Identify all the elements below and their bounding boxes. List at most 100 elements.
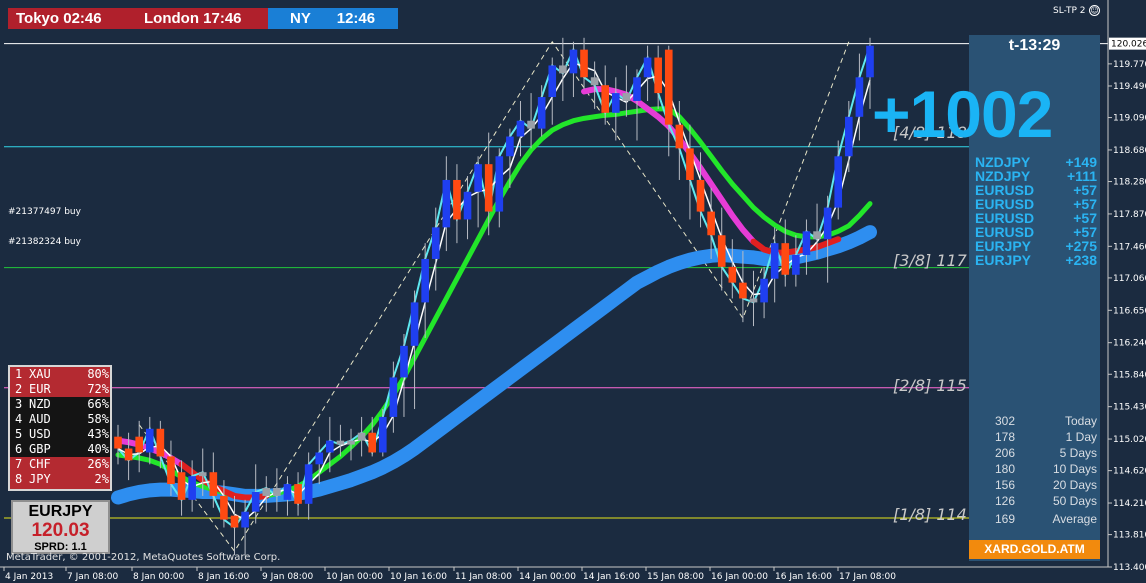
strength-row: 7 CHF 26% <box>10 457 110 472</box>
strength-percent: 26% <box>87 457 109 471</box>
candle-body <box>845 116 853 157</box>
time-tick-label: 17 Jan 08:00 <box>839 572 896 582</box>
price-tick-label: 118.280 <box>1113 178 1146 188</box>
strength-row: 1 XAU 80% <box>10 367 110 382</box>
candle-body <box>442 179 451 228</box>
strength-currency: EUR <box>29 382 51 396</box>
candle-body <box>580 49 588 78</box>
strength-percent: 58% <box>87 412 109 426</box>
strength-percent: 2% <box>94 472 109 486</box>
candle-body <box>336 440 345 445</box>
strength-rank: 4 <box>15 412 23 426</box>
price-tick-label: 116.650 <box>1113 306 1146 316</box>
time-tick-label: 8 Jan 16:00 <box>198 572 250 582</box>
candle-body <box>453 179 461 220</box>
strength-currency: XAU <box>29 367 51 381</box>
position-profit: +275 <box>1065 238 1097 254</box>
stat-row: 302 Today <box>995 413 1097 429</box>
strength-currency: GBP <box>29 442 51 456</box>
strength-currency: USD <box>29 427 51 441</box>
candle-body <box>198 472 207 477</box>
price-tick-label: 113.400 <box>1113 563 1146 573</box>
candle-body <box>537 97 546 129</box>
candle-body <box>251 491 260 512</box>
candle-body <box>463 191 472 220</box>
candle-body <box>368 432 377 453</box>
time-tick-label: 16 Jan 16:00 <box>775 572 832 582</box>
position-profit: +57 <box>1073 210 1097 226</box>
fib-label-2-8: [2/8] 115 <box>893 376 967 395</box>
candle-body <box>749 298 758 303</box>
position-symbol: NZDJPY <box>975 168 1031 184</box>
strength-rank: 5 <box>15 427 23 441</box>
strength-percent: 43% <box>87 427 109 441</box>
stat-value: 169 <box>995 512 1016 526</box>
time-tick-label: 9 Jan 08:00 <box>262 572 314 582</box>
position-row: NZDJPY +111 <box>975 169 1097 183</box>
candle-body <box>177 472 186 500</box>
indicator-settings-icon[interactable]: ☺ <box>1089 5 1100 16</box>
position-row: EURJPY +275 <box>975 239 1097 253</box>
pips-stats-table: 302 Today 178 1 Day 206 5 Days 180 10 Days 1… <box>995 413 1097 527</box>
candle-body <box>770 243 779 279</box>
candle-body <box>506 136 514 157</box>
stat-row: 180 10 Days <box>995 461 1097 477</box>
candle-body <box>484 164 493 212</box>
candle-body <box>707 211 715 236</box>
price-tick-label: 116.240 <box>1113 339 1146 349</box>
candle-body <box>188 476 196 500</box>
candle-body <box>866 45 874 78</box>
candle-body <box>728 266 737 283</box>
stat-label: Average <box>1052 512 1097 526</box>
copyright-text: MetaTrader, © 2001-2012, MetaQuotes Soft… <box>6 552 281 563</box>
candle-body <box>611 93 620 113</box>
candle-body <box>294 484 302 504</box>
candle-body <box>357 432 366 441</box>
strength-percent: 80% <box>87 367 109 381</box>
strength-percent: 72% <box>87 382 109 396</box>
strength-row: 5 USD 43% <box>10 427 110 442</box>
candle-body <box>643 57 652 78</box>
stat-row: 178 1 Day <box>995 429 1097 445</box>
stat-label: Today <box>1064 414 1097 428</box>
candle-body <box>304 464 313 504</box>
stat-row: 156 20 Days <box>995 477 1097 493</box>
stat-value: 178 <box>995 430 1016 444</box>
candle-body <box>124 448 133 461</box>
position-profit: +149 <box>1065 154 1097 170</box>
candle-body <box>548 65 557 98</box>
candle-body <box>495 156 504 212</box>
strength-rank: 2 <box>15 382 23 396</box>
candle-body <box>760 278 768 303</box>
strength-currency: NZD <box>29 397 51 411</box>
candle-body <box>739 282 747 299</box>
strength-rank: 8 <box>15 472 23 486</box>
position-profit: +238 <box>1065 252 1097 268</box>
position-row: EURJPY +238 <box>975 253 1097 267</box>
position-symbol: EURJPY <box>975 252 1032 268</box>
candle-timer: t-13:29 <box>1008 37 1061 54</box>
strength-rank: 1 <box>15 367 23 381</box>
candle-body <box>220 495 228 520</box>
strength-row: 6 GBP 40% <box>10 442 110 457</box>
stat-row: 169 Average <box>995 511 1097 527</box>
stat-label: 5 Days <box>1059 446 1097 460</box>
candle-body <box>834 156 843 208</box>
candle-body <box>378 416 387 453</box>
price-tick-label: 119.490 <box>1113 82 1146 92</box>
price-tick-label: 117.870 <box>1113 210 1146 220</box>
position-symbol: EURUSD <box>975 210 1035 226</box>
candle-body <box>431 227 440 259</box>
session-ny-label: NY <box>290 10 311 27</box>
candle-body <box>590 77 599 86</box>
stat-row: 126 50 Days <box>995 493 1097 509</box>
time-tick-label: 7 Jan 08:00 <box>67 572 119 582</box>
stat-value: 206 <box>995 446 1016 460</box>
symbol-price-box: EURJPY 120.03 SPRD: 1.1 <box>11 500 110 554</box>
indicator-label: SL-TP 2 <box>1053 6 1086 16</box>
candle-body <box>209 472 218 496</box>
strength-rank: 7 <box>15 457 23 471</box>
strength-row: 4 AUD 58% <box>10 412 110 427</box>
strength-row: 3 NZD 66% <box>10 397 110 412</box>
price-tick-label: 119.770 <box>1113 60 1146 70</box>
